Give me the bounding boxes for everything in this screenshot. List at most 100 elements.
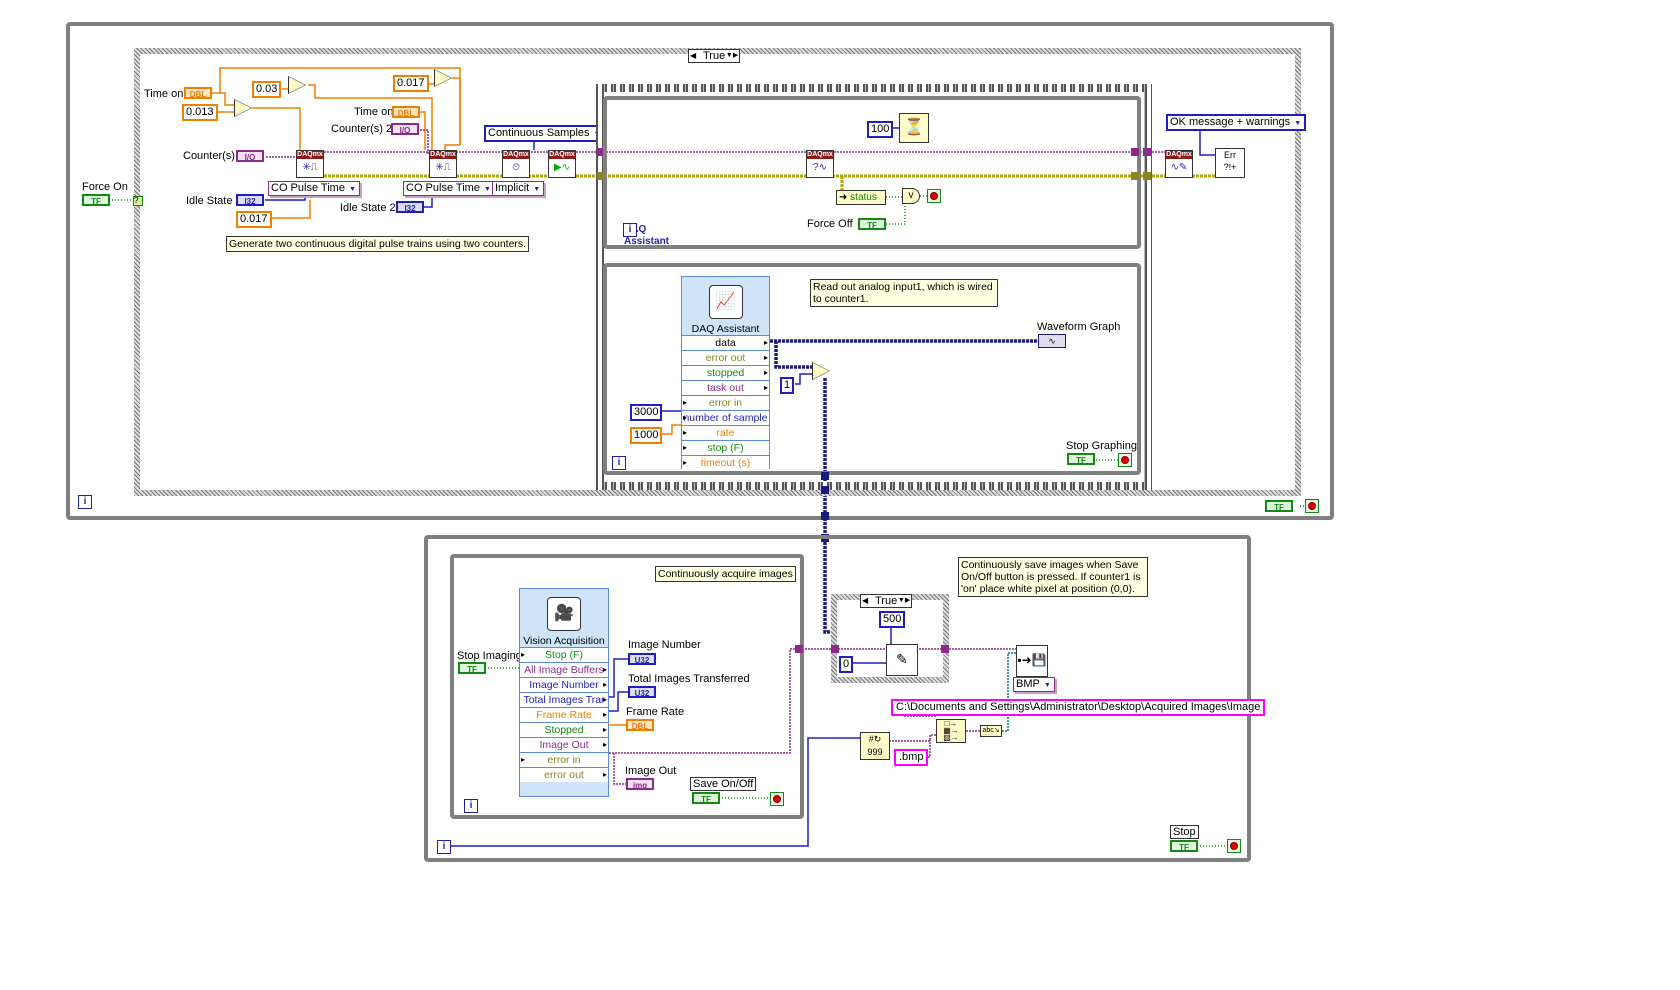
daq-assistant-title: DAQ Assistant xyxy=(691,323,760,335)
constant-0-017-a[interactable]: 0.017 xyxy=(393,75,429,92)
vision-output-stopped[interactable]: Stopped xyxy=(520,722,608,737)
time-on-2-control[interactable]: DBL xyxy=(392,106,420,118)
constant-0-03[interactable]: 0.03 xyxy=(252,81,282,98)
vision-output-error-out[interactable]: error out xyxy=(520,767,608,782)
counters-label: Counter(s) xyxy=(183,150,235,162)
daq-input-number-of-samples[interactable]: number of sample xyxy=(682,410,769,425)
waveform-graph-terminal[interactable]: ∿ xyxy=(1038,334,1066,348)
total-images-indicator[interactable]: U32 xyxy=(628,686,656,698)
acquire-stop-condition-icon[interactable] xyxy=(770,792,784,806)
error-shift-out xyxy=(1131,172,1139,180)
iteration-terminal-monitor-i: i xyxy=(623,223,637,237)
frame-rate-indicator[interactable]: DBL xyxy=(626,719,654,731)
daqmx-is-task-done[interactable]: DAQmx ?∿ xyxy=(806,150,834,178)
pixel-case-selector[interactable]: True xyxy=(860,594,913,608)
daqmx-create-channel-1[interactable]: DAQmx ✳⎍ xyxy=(296,150,324,178)
idle-state-label: Idle State xyxy=(186,195,233,207)
path-string-constant[interactable]: C:\Documents and Settings\Administrator\… xyxy=(891,699,1266,716)
save-on-off-control[interactable]: TF xyxy=(692,792,720,804)
iteration-terminal-save: i xyxy=(437,840,451,854)
sample-mode-ring[interactable]: Continuous Samples xyxy=(484,125,606,142)
vision-acquisition-express-vi[interactable]: 🎥 Vision Acquisition Stop (F) All Image … xyxy=(519,588,609,797)
string-to-path-icon: abc↘ xyxy=(980,725,1002,737)
force-on-label: Force On xyxy=(82,181,128,193)
daq-input-error-in[interactable]: error in xyxy=(682,395,769,410)
constant-0-013[interactable]: 0.013 xyxy=(182,104,218,121)
frame-rate-label: Frame Rate xyxy=(626,706,685,718)
stop-graphing-condition-icon[interactable] xyxy=(1118,453,1132,467)
add-function: + xyxy=(234,99,252,117)
wait-metronome-icon: ⏳ xyxy=(899,113,929,143)
extension-string-constant[interactable]: .bmp xyxy=(894,749,929,766)
force-on-control[interactable]: TF xyxy=(82,194,110,206)
daq-input-stop[interactable]: stop (F) xyxy=(682,440,769,455)
vision-input-stop[interactable]: Stop (F) xyxy=(520,647,608,662)
image-number-label: Image Number xyxy=(628,639,701,651)
stop-graphing-control[interactable]: TF xyxy=(1067,453,1095,465)
loop-condition-stop-icon[interactable] xyxy=(1305,499,1319,513)
case-selector-terminal: ? xyxy=(133,196,143,206)
daq-output-error-out[interactable]: error out xyxy=(682,350,769,365)
idle-state-control[interactable]: I32 xyxy=(236,194,264,206)
file-format-ring[interactable]: BMP xyxy=(1013,677,1055,692)
iteration-terminal-acquire: i xyxy=(464,799,478,813)
co-pulse-time-ring-1[interactable]: CO Pulse Time xyxy=(268,181,360,196)
comment-pulse-trains: Generate two continuous digital pulse tr… xyxy=(226,236,530,252)
iteration-terminal: i xyxy=(78,495,92,509)
daq-input-rate[interactable]: rate xyxy=(682,425,769,440)
counters-control[interactable]: I/O xyxy=(236,150,264,162)
wait-ms-constant[interactable]: 100 xyxy=(867,121,894,138)
stop-graphing-label: Stop Graphing xyxy=(1066,440,1137,452)
stop-condition-icon[interactable] xyxy=(927,189,941,203)
rate-constant[interactable]: 1000 xyxy=(630,427,663,444)
stop-control-bottom[interactable]: TF xyxy=(1170,840,1198,852)
daqmx-create-channel-2[interactable]: DAQmx ✳⎍ xyxy=(429,150,457,178)
timing-ring-implicit[interactable]: Implicit xyxy=(492,181,545,196)
comment-save-images: Continuously save images when Save On/Of… xyxy=(958,557,1148,597)
vision-acquisition-icon: 🎥 xyxy=(547,597,581,631)
stop-condition-bottom-icon[interactable] xyxy=(1227,839,1241,853)
waveform-tunnel-outer xyxy=(821,512,829,520)
iteration-terminal-graph: i xyxy=(612,456,626,470)
image-number-indicator[interactable]: U32 xyxy=(628,653,656,665)
daqmx-timing[interactable]: DAQmx ⏲ xyxy=(502,150,530,178)
vision-output-image-out[interactable]: Image Out xyxy=(520,737,608,752)
daqmx-start-task[interactable]: DAQmx ▶∿ xyxy=(548,150,576,178)
pixel-index-constant[interactable]: 0 xyxy=(839,656,854,673)
daq-output-data[interactable]: data xyxy=(682,335,769,350)
compare-constant[interactable]: 1 xyxy=(780,377,795,394)
daq-assistant-express-vi[interactable]: 📈 DAQ Assistant data error out stopped t… xyxy=(681,276,770,470)
idle-state-2-control[interactable]: I32 xyxy=(396,201,424,213)
daq-output-task-out[interactable]: task out xyxy=(682,380,769,395)
daq-output-stopped[interactable]: stopped xyxy=(682,365,769,380)
greater-than-function: > xyxy=(812,362,830,380)
block-diagram: i TF True ? Force On TF Time on DBL 0.01… xyxy=(0,0,1680,990)
stop-imaging-label: Stop Imaging xyxy=(457,650,522,662)
co-pulse-time-ring-2[interactable]: CO Pulse Time xyxy=(403,181,495,196)
status-label: status xyxy=(850,192,877,203)
vision-input-error-in[interactable]: error in xyxy=(520,752,608,767)
or-function: v xyxy=(902,188,920,204)
image-out-indicator[interactable]: img xyxy=(626,778,654,790)
vision-output-total-images[interactable]: Total Images Trar xyxy=(520,692,608,707)
constant-0-017-b[interactable]: 0.017 xyxy=(236,211,272,228)
stop-imaging-control[interactable]: TF xyxy=(458,662,486,674)
stop-label: Stop xyxy=(1170,825,1199,839)
comment-acquire: Continuously acquire images xyxy=(655,566,796,582)
force-off-control[interactable]: TF xyxy=(858,218,886,230)
error-tunnel-out xyxy=(1143,172,1151,180)
number-to-string-icon: #↻ 999 xyxy=(860,732,890,760)
vision-output-frame-rate[interactable]: Frame Rate xyxy=(520,707,608,722)
number-of-samples-constant[interactable]: 3000 xyxy=(630,404,663,421)
stop-control[interactable]: TF xyxy=(1265,500,1293,512)
simple-error-handler-icon: Err ?!+ xyxy=(1215,148,1245,178)
error-dialog-ring[interactable]: OK message + warnings xyxy=(1166,114,1307,131)
daqmx-clear-task[interactable]: DAQmx ∿✎ xyxy=(1165,150,1193,178)
case-selector[interactable]: True xyxy=(688,49,741,63)
time-on-control[interactable]: DBL xyxy=(184,87,212,99)
counters-2-control[interactable]: I/O xyxy=(391,123,419,135)
pixel-value-constant[interactable]: 500 xyxy=(879,611,906,628)
vision-output-all-image-buffers[interactable]: All Image Buffers xyxy=(520,662,608,677)
daq-input-timeout[interactable]: timeout (s) xyxy=(682,455,769,470)
vision-output-image-number[interactable]: Image Number xyxy=(520,677,608,692)
